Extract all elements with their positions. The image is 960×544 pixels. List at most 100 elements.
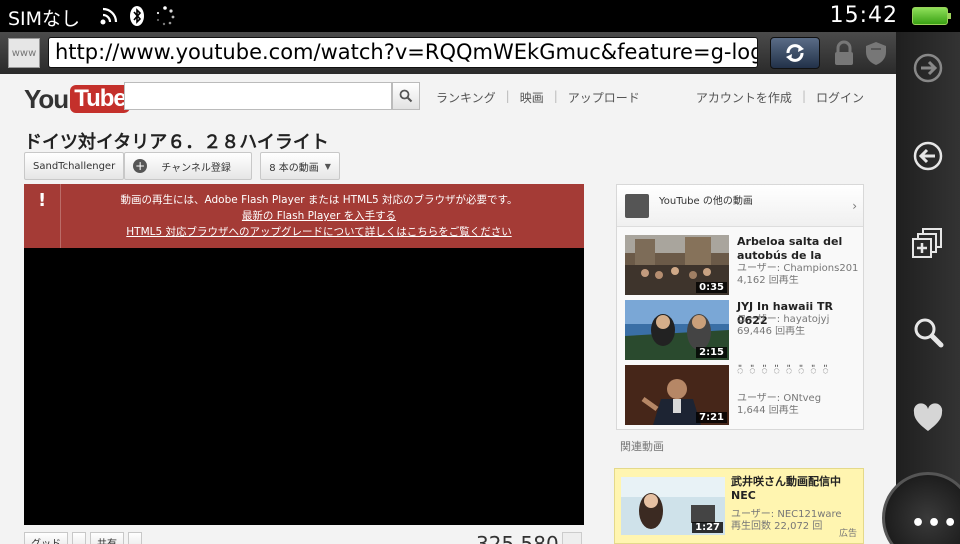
clock: 15:42 (829, 3, 898, 28)
channel-name: SandTchallenger (33, 160, 116, 172)
stats-toggle[interactable] (562, 532, 582, 544)
video-views: 69,446 回再生 (737, 326, 806, 337)
video-title-link[interactable]: ៉ ៉ ៉ ៉ ៉ ៉ ៉ ៉ (737, 365, 859, 379)
video-title: ドイツ対イタリア６．２８ハイライト (24, 132, 329, 153)
more-videos-title: YouTube の他の動画 (659, 196, 753, 207)
reload-icon (786, 44, 804, 62)
battery-icon (912, 7, 951, 25)
search-button[interactable] (392, 82, 420, 110)
status-icons (98, 5, 176, 27)
video-item[interactable]: 7:21 ៉ ៉ ៉ ៉ ៉ ៉ ៉ ៉ ユーザー: ONtveg 1,644 … (625, 365, 861, 425)
video-count-dropdown[interactable]: 8 本の動画 ▼ (260, 152, 340, 180)
action-bar: グッド 共有 (24, 532, 142, 544)
video-thumbnail[interactable]: 0:35 (625, 235, 729, 295)
bookmarks-button[interactable] (908, 398, 948, 438)
browser-toolbar: www http://www.youtube.com/watch?v=RQQmW… (0, 32, 896, 74)
video-count-label: 8 本の動画 (269, 162, 319, 174)
nav-upload[interactable]: アップロード (568, 89, 640, 106)
search-input[interactable] (124, 82, 392, 110)
more-actions-button[interactable] (128, 532, 142, 544)
more-videos-header[interactable]: YouTube の他の動画 › (617, 185, 863, 227)
duration-badge: 0:35 (696, 282, 727, 293)
video-thumbnail[interactable]: 2:15 (625, 300, 729, 360)
youtube-logo[interactable]: You Tube (24, 84, 130, 114)
screen: SIMなし 15:42 www http://www.youtube.com/w… (0, 0, 960, 544)
more-videos-panel: YouTube の他の動画 › 0:35 Arbeloa salta del a… (616, 184, 864, 430)
back-icon (913, 141, 943, 171)
home-icon (625, 194, 649, 218)
forward-icon (913, 53, 943, 83)
video-uploader: ユーザー: hayatojyj (737, 314, 830, 325)
promoted-video[interactable]: 1:27 武井咲さん動画配信中 NEC ユーザー: NEC121ware 再生回… (614, 468, 864, 544)
video-thumbnail[interactable]: 1:27 (621, 477, 725, 535)
reload-button[interactable] (770, 37, 820, 69)
video-uploader: ユーザー: ONtveg (737, 393, 822, 404)
channel-bar: SandTchallenger + チャンネル登録 8 本の動画 ▼ (24, 152, 340, 180)
dislike-button[interactable] (72, 532, 86, 544)
like-label: グッド (31, 538, 61, 544)
video-views: 1,644 回再生 (737, 405, 799, 416)
chevron-down-icon: ▼ (324, 161, 331, 171)
video-item[interactable]: 2:15 JYJ In hawaii TR 0622 ユーザー: hayatoj… (625, 300, 861, 360)
bookmark-heart-icon (913, 403, 943, 431)
chevron-right-icon: › (852, 199, 857, 213)
new-tab-icon (912, 228, 942, 258)
subscribe-button[interactable]: + チャンネル登録 (124, 152, 253, 180)
duration-badge: 2:15 (696, 347, 727, 358)
promo-views: 再生回数 22,072 回 (731, 521, 823, 532)
divider: | (505, 89, 510, 103)
video-thumbnail[interactable]: 7:21 (625, 365, 729, 425)
plus-icon: + (133, 159, 148, 173)
warning-icon: ! (38, 190, 47, 211)
status-bar: SIMなし 15:42 (0, 0, 960, 32)
divider: | (553, 89, 558, 103)
video-item[interactable]: 0:35 Arbeloa salta del autobús de la ユーザ… (625, 235, 861, 295)
duration-badge: 7:21 (696, 412, 727, 423)
divider: | (801, 89, 806, 103)
logo-you: You (24, 83, 69, 114)
address-bar[interactable]: http://www.youtube.com/watch?v=RQQmWEkGm… (48, 37, 758, 68)
nav-ranking[interactable]: ランキング (436, 89, 496, 106)
forward-button[interactable] (908, 48, 948, 88)
video-title-link[interactable]: Arbeloa salta del autobús de la (737, 235, 859, 263)
duration-badge: 1:27 (692, 522, 723, 533)
nav-movies[interactable]: 映画 (520, 89, 544, 106)
search-icon (914, 318, 944, 348)
get-flash-link[interactable]: 最新の Flash Player を入手する (64, 208, 574, 224)
ad-badge: 広告 (838, 529, 857, 539)
video-uploader: ユーザー: Champions2013 (737, 263, 859, 274)
promo-title[interactable]: 武井咲さん動画配信中 NEC (731, 475, 859, 503)
site-icon: www (8, 38, 40, 68)
like-button[interactable]: グッド (24, 532, 68, 544)
shield-icon (866, 42, 886, 65)
more-icon: ••• (911, 511, 960, 536)
video-views: 4,162 回再生 (737, 275, 799, 286)
carrier-label: SIMなし (8, 8, 81, 30)
divider (60, 184, 61, 248)
wifi-icon (100, 7, 118, 25)
flash-warning-banner: ! 動画の再生には、Adobe Flash Player または HTML5 対… (24, 184, 584, 248)
search-button-side[interactable] (908, 312, 948, 352)
subscribe-label: チャンネル登録 (161, 162, 231, 174)
related-videos-label: 関連動画 (620, 440, 664, 453)
login-link[interactable]: ログイン (816, 89, 864, 106)
loading-icon (156, 6, 175, 26)
logo-tube: Tube (70, 85, 130, 113)
browser-sidebar (896, 32, 960, 544)
channel-name-button[interactable]: SandTchallenger (24, 152, 125, 180)
account-links: アカウントを作成 | ログイン (696, 89, 864, 106)
search-icon (399, 89, 413, 103)
warning-text: 動画の再生には、Adobe Flash Player または HTML5 対応の… (120, 194, 518, 206)
share-label: 共有 (97, 538, 117, 544)
back-button[interactable] (908, 136, 948, 176)
lock-icon (835, 40, 853, 65)
bluetooth-icon (130, 6, 144, 26)
share-button[interactable]: 共有 (90, 532, 124, 544)
create-account-link[interactable]: アカウントを作成 (696, 89, 792, 106)
video-player[interactable]: ! 動画の再生には、Adobe Flash Player または HTML5 対… (24, 184, 584, 525)
web-page: You Tube ランキング | 映画 | アップロード アカウントを作成 | … (0, 74, 896, 544)
view-count: 325,580 (476, 532, 559, 544)
html5-upgrade-link[interactable]: HTML5 対応ブラウザへのアップグレードについて詳しくはこちらをご覧ください (64, 224, 574, 240)
nav-links: ランキング | 映画 | アップロード (436, 89, 640, 106)
new-tab-button[interactable] (908, 224, 948, 264)
